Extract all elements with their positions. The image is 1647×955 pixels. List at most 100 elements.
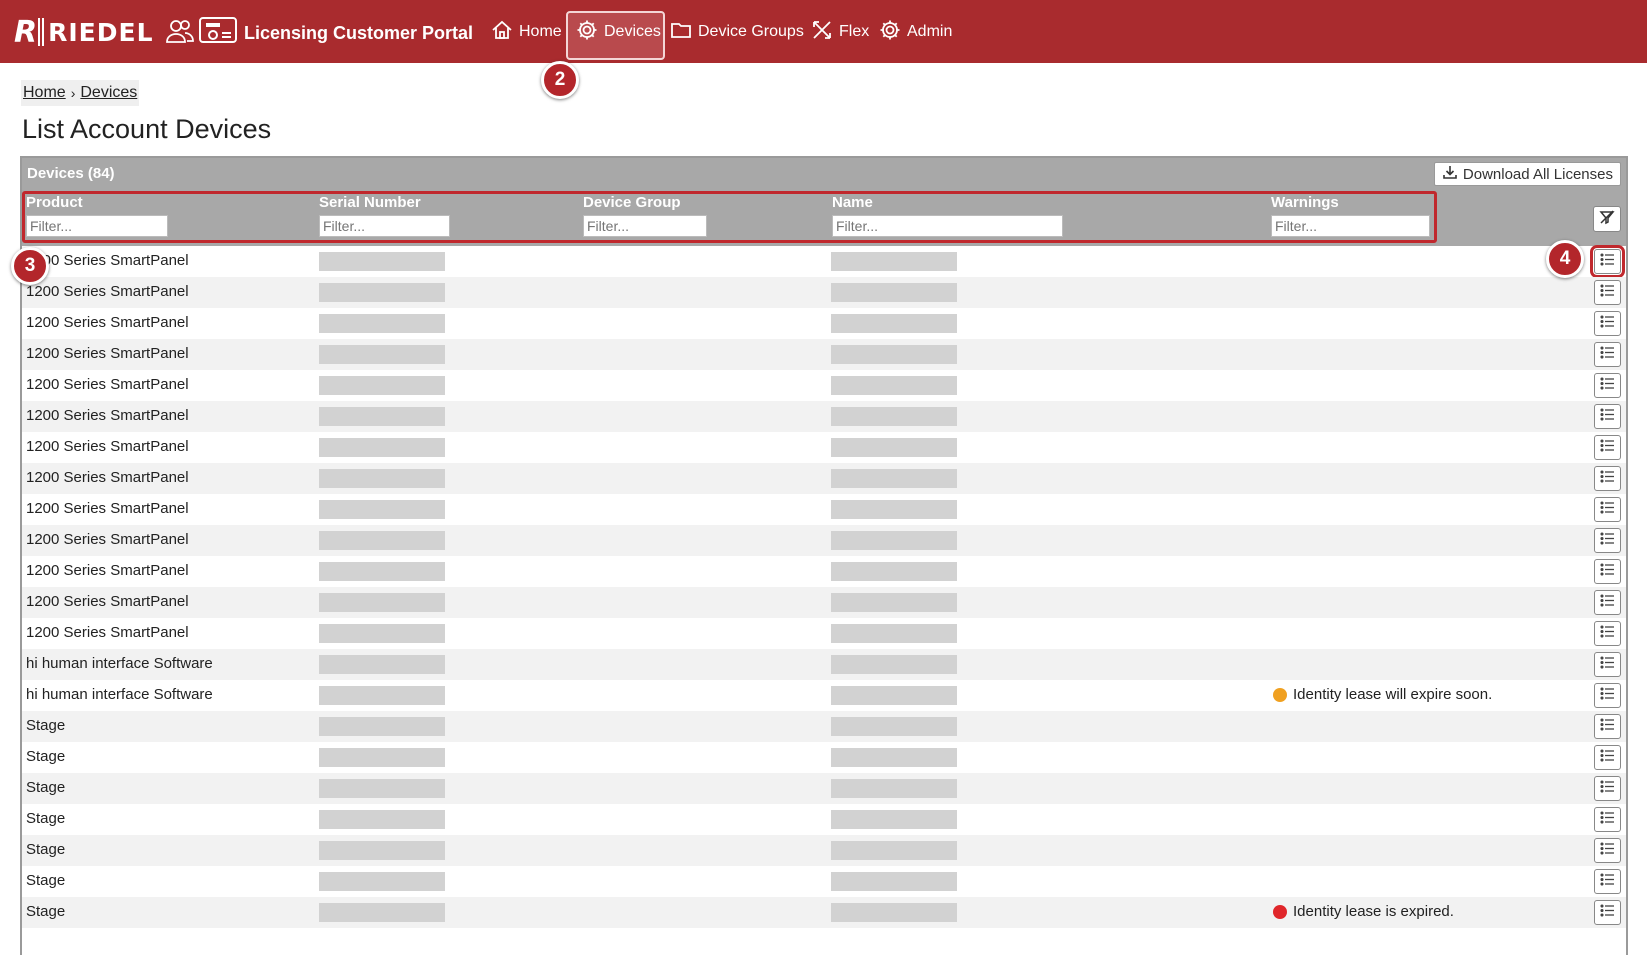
- portal-title: Licensing Customer Portal: [244, 23, 474, 43]
- name-redacted: [831, 717, 957, 736]
- status-dot-icon: [1273, 904, 1287, 919]
- table-row[interactable]: 1200 Series SmartPanel: [22, 401, 1626, 432]
- logo-text: RIEDEL: [48, 17, 154, 47]
- product-cell: 1200 Series SmartPanel: [26, 252, 189, 269]
- serial-number-redacted: [319, 283, 445, 302]
- warnings-filter-input[interactable]: [1271, 215, 1430, 237]
- table-row[interactable]: 1200 Series SmartPanel: [22, 587, 1626, 618]
- serial-number-redacted: [319, 562, 445, 581]
- portal-brand[interactable]: Licensing Customer Portal: [166, 16, 473, 51]
- device-details-button[interactable]: [1594, 869, 1621, 894]
- name-filter-input[interactable]: [832, 215, 1063, 237]
- nav-flex[interactable]: Flex: [811, 17, 869, 47]
- serial-number-redacted: [319, 314, 445, 333]
- callout-4: 4: [1546, 240, 1584, 278]
- name-redacted: [831, 748, 957, 767]
- nav-devices-label: Devices: [604, 23, 661, 40]
- table-row[interactable]: 1200 Series SmartPanel: [22, 339, 1626, 370]
- breadcrumb-home[interactable]: Home: [23, 84, 66, 102]
- device-details-button[interactable]: [1594, 435, 1621, 460]
- device-details-button[interactable]: [1594, 559, 1621, 584]
- table-row[interactable]: Stage: [22, 711, 1626, 742]
- column-header-device-group[interactable]: Device Group: [583, 194, 681, 211]
- product-cell: 1200 Series SmartPanel: [26, 562, 189, 579]
- folder-icon: [670, 19, 698, 46]
- table-row[interactable]: 1200 Series SmartPanel: [22, 494, 1626, 525]
- nav-device-groups[interactable]: Device Groups: [670, 17, 804, 47]
- device-details-button[interactable]: [1594, 404, 1621, 429]
- device-details-button[interactable]: [1594, 373, 1621, 398]
- device-details-button[interactable]: [1594, 714, 1621, 739]
- product-cell: hi human interface Software: [26, 655, 213, 672]
- device-details-button[interactable]: [1594, 590, 1621, 615]
- device-details-button[interactable]: [1594, 280, 1621, 305]
- serial-number-redacted: [319, 469, 445, 488]
- table-row[interactable]: 1200 Series SmartPanel: [22, 525, 1626, 556]
- product-cell: Stage: [26, 903, 66, 920]
- device-details-button[interactable]: [1594, 621, 1621, 646]
- table-row[interactable]: hi human interface Software Identity leas…: [22, 680, 1626, 711]
- table-row[interactable]: 1200 Series SmartPanel: [22, 556, 1626, 587]
- column-header-name[interactable]: Name: [832, 194, 873, 211]
- serial-number-redacted: [319, 345, 445, 364]
- table-row[interactable]: 1200 Series SmartPanel: [22, 245, 1626, 278]
- table-row[interactable]: 1200 Series SmartPanel: [22, 432, 1626, 463]
- product-cell: 1200 Series SmartPanel: [26, 469, 189, 486]
- table-row[interactable]: Stage: [22, 773, 1626, 804]
- nav-devices[interactable]: Devices: [576, 17, 661, 47]
- riedel-logo[interactable]: R RIEDEL: [14, 14, 154, 50]
- table-row[interactable]: 1200 Series SmartPanel: [22, 277, 1626, 308]
- list-icon: [1600, 438, 1615, 457]
- table-row[interactable]: 1200 Series SmartPanel: [22, 370, 1626, 401]
- gear-icon: [576, 19, 604, 46]
- name-redacted: [831, 810, 957, 829]
- column-header-serial-number[interactable]: Serial Number: [319, 194, 421, 211]
- device-details-button[interactable]: [1594, 807, 1621, 832]
- list-icon: [1600, 903, 1615, 922]
- device-details-button[interactable]: [1594, 838, 1621, 863]
- table-row[interactable]: Stage Identity lease is expired.: [22, 897, 1626, 928]
- device-details-button[interactable]: [1594, 652, 1621, 677]
- device-details-button[interactable]: [1594, 342, 1621, 367]
- table-row[interactable]: 1200 Series SmartPanel: [22, 308, 1626, 339]
- device-details-button[interactable]: [1594, 311, 1621, 336]
- table-row[interactable]: hi human interface Software: [22, 649, 1626, 680]
- nav-admin[interactable]: Admin: [879, 17, 952, 47]
- device-details-button[interactable]: [1594, 683, 1621, 708]
- serial-number-redacted: [319, 903, 445, 922]
- chevron-right-icon: ›: [70, 85, 76, 101]
- device-details-button[interactable]: [1594, 900, 1621, 925]
- serial-number-redacted: [319, 252, 445, 271]
- table-row[interactable]: Stage: [22, 866, 1626, 897]
- product-cell: 1200 Series SmartPanel: [26, 376, 189, 393]
- breadcrumb-devices[interactable]: Devices: [80, 84, 137, 102]
- clear-filters-button[interactable]: [1593, 206, 1621, 232]
- nav-home-label: Home: [519, 23, 562, 40]
- breadcrumb: Home › Devices: [21, 80, 140, 106]
- table-row[interactable]: Stage: [22, 835, 1626, 866]
- table-row[interactable]: Stage: [22, 742, 1626, 773]
- name-redacted: [831, 903, 957, 922]
- download-all-licenses-button[interactable]: Download All Licenses: [1433, 162, 1621, 186]
- device-details-button[interactable]: [1594, 466, 1621, 491]
- name-redacted: [831, 686, 957, 705]
- device-details-button[interactable]: [1594, 745, 1621, 770]
- serial-number-filter-input[interactable]: [319, 215, 450, 237]
- users-icon: [166, 18, 194, 49]
- nav-home[interactable]: Home: [491, 17, 562, 47]
- table-row[interactable]: 1200 Series SmartPanel: [22, 618, 1626, 649]
- device-details-button[interactable]: [1594, 776, 1621, 801]
- devices-table-body: 1200 Series SmartPanel 1200 Series SmartP…: [22, 245, 1626, 928]
- name-redacted: [831, 469, 957, 488]
- device-details-button[interactable]: [1594, 497, 1621, 522]
- column-header-warnings[interactable]: Warnings: [1271, 194, 1339, 211]
- serial-number-redacted: [319, 872, 445, 891]
- product-filter-input[interactable]: [26, 215, 168, 237]
- device-details-button[interactable]: [1594, 528, 1621, 553]
- column-header-product[interactable]: Product: [26, 194, 83, 211]
- device-details-button[interactable]: [1590, 245, 1625, 278]
- list-icon: [1600, 531, 1615, 550]
- table-row[interactable]: Stage: [22, 804, 1626, 835]
- device-group-filter-input[interactable]: [583, 215, 707, 237]
- table-row[interactable]: 1200 Series SmartPanel: [22, 463, 1626, 494]
